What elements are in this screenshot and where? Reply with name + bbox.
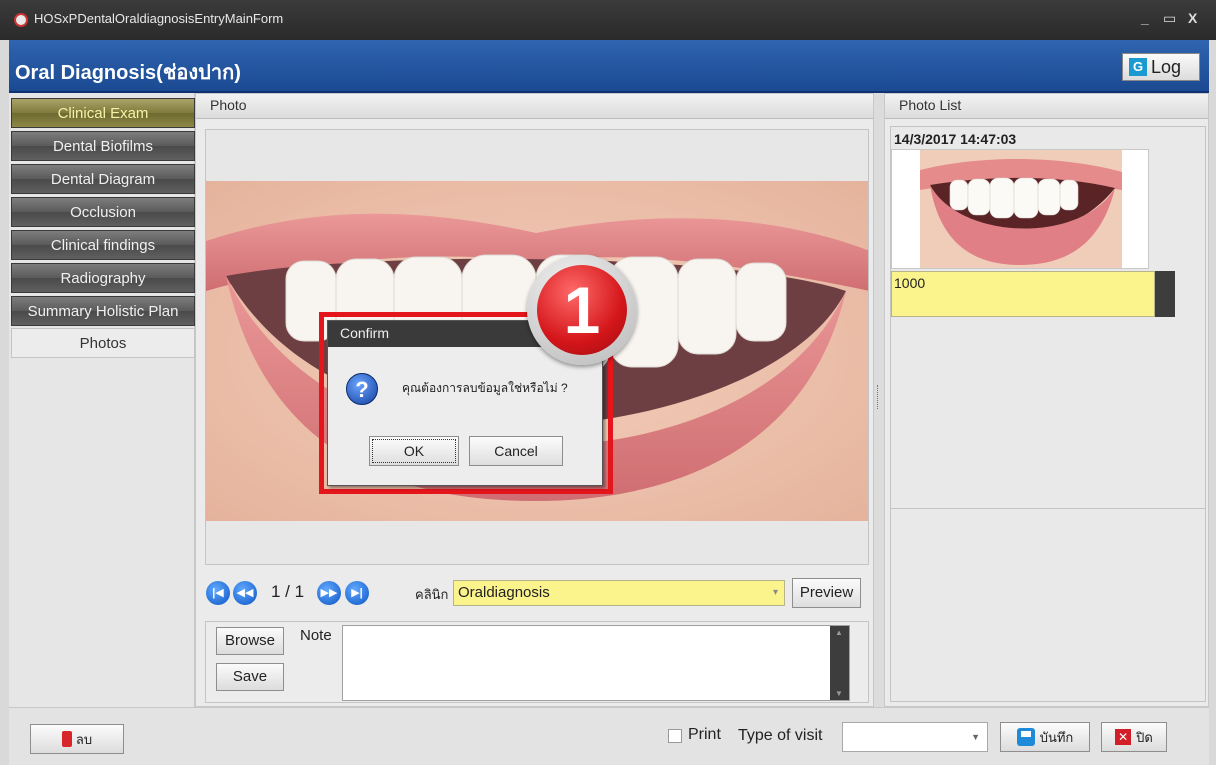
first-photo-button[interactable]: |◀ [206, 581, 230, 605]
page-title: Oral Diagnosis(ช่องปาก) [15, 62, 241, 84]
photo-list-panel: Photo List 14/3/2017 14:47:03 1000 [884, 93, 1209, 707]
trash-icon [61, 731, 72, 747]
photo-list: 14/3/2017 14:47:03 1000 [890, 126, 1206, 702]
type-of-visit-label: Type of visit [738, 727, 823, 744]
smile-thumbnail [920, 150, 1122, 268]
sidebar-item-occlusion[interactable]: Occlusion [11, 197, 195, 227]
question-icon: ? [346, 373, 378, 405]
dialog-message: คุณต้องการลบข้อมูลใช่หรือไม่ ? [402, 381, 568, 395]
note-field[interactable]: ▲ ▼ [342, 625, 850, 701]
chevron-down-icon: ▼ [971, 732, 980, 742]
close-button-label: ปิด [1136, 729, 1153, 745]
type-of-visit-select[interactable]: ▼ [842, 722, 988, 752]
app-icon [14, 13, 28, 27]
log-button-label: Log [1151, 56, 1182, 77]
photo-list-datetime: 14/3/2017 14:47:03 [894, 131, 1017, 147]
sidebar-item-dental-biofilms[interactable]: Dental Biofilms [11, 131, 195, 161]
sidebar: Clinical Exam Dental Biofilms Dental Dia… [9, 93, 195, 707]
clinic-value: Oraldiagnosis [458, 584, 550, 601]
clinic-label: คลินิก [415, 587, 449, 602]
delete-button-label: ลบ [75, 731, 93, 747]
photo-panel-header: Photo [196, 94, 873, 119]
form-header: Oral Diagnosis(ช่องปาก) G Log [9, 40, 1209, 93]
save-photo-button[interactable]: Save [216, 663, 284, 691]
print-label: Print [688, 726, 721, 743]
log-button[interactable]: G Log [1122, 53, 1200, 81]
next-photo-button[interactable]: ▶▶ [317, 581, 341, 605]
ok-button[interactable]: OK [369, 436, 459, 466]
save-icon [1016, 728, 1035, 746]
maximize-button[interactable]: ▭ [1163, 10, 1176, 27]
window-titlebar: HOSxPDentalOraldiagnosisEntryMainForm _ … [0, 0, 1216, 40]
preview-button[interactable]: Preview [792, 578, 861, 608]
step-number: 1 [537, 265, 627, 355]
photo-thumbnail[interactable] [891, 149, 1149, 269]
divider [891, 508, 1205, 509]
photo-list-scrollbar[interactable] [1155, 271, 1175, 317]
delete-button[interactable]: ลบ [30, 724, 124, 754]
sidebar-item-radiography[interactable]: Radiography [11, 263, 195, 293]
page-indicator: 1 / 1 [271, 582, 305, 601]
save-button[interactable]: บันทึก [1000, 722, 1090, 752]
window-title: HOSxPDentalOraldiagnosisEntryMainForm [34, 11, 284, 26]
note-area: Browse Save Note ▲ ▼ [205, 621, 869, 703]
cancel-button[interactable]: Cancel [469, 436, 563, 466]
bottom-toolbar: ลบ Print Type of visit ▼ บันทึก ✕ ปิด [9, 707, 1209, 765]
save-button-label: บันทึก [1039, 729, 1074, 745]
photo-navigation: |◀ ◀◀ 1 / 1 ▶▶ ▶| คลินิก Oraldiagnosis ▾… [203, 575, 868, 611]
prev-photo-button[interactable]: ◀◀ [233, 581, 257, 605]
panel-splitter[interactable] [874, 93, 884, 707]
photo-list-header: Photo List [885, 94, 1208, 119]
minimize-button[interactable]: _ [1141, 10, 1149, 26]
log-icon: G [1129, 58, 1147, 76]
chevron-down-icon: ▾ [772, 587, 778, 598]
photo-list-value[interactable]: 1000 [891, 271, 1155, 317]
sidebar-item-summary-holistic-plan[interactable]: Summary Holistic Plan [11, 296, 195, 326]
close-button[interactable]: ✕ ปิด [1101, 722, 1167, 752]
sidebar-item-clinical-exam[interactable]: Clinical Exam [11, 98, 195, 128]
clinic-select[interactable]: Oraldiagnosis ▾ [453, 580, 785, 606]
note-scrollbar[interactable]: ▲ ▼ [830, 626, 849, 700]
note-label: Note [300, 627, 332, 644]
sidebar-item-clinical-findings[interactable]: Clinical findings [11, 230, 195, 260]
close-window-button[interactable]: X [1188, 10, 1197, 26]
browse-button[interactable]: Browse [216, 627, 284, 655]
last-photo-button[interactable]: ▶| [345, 581, 369, 605]
close-icon: ✕ [1115, 729, 1132, 745]
print-checkbox[interactable] [668, 729, 682, 743]
sidebar-item-dental-diagram[interactable]: Dental Diagram [11, 164, 195, 194]
step-number-badge: 1 [527, 255, 637, 365]
sidebar-item-photos[interactable]: Photos [11, 328, 195, 358]
